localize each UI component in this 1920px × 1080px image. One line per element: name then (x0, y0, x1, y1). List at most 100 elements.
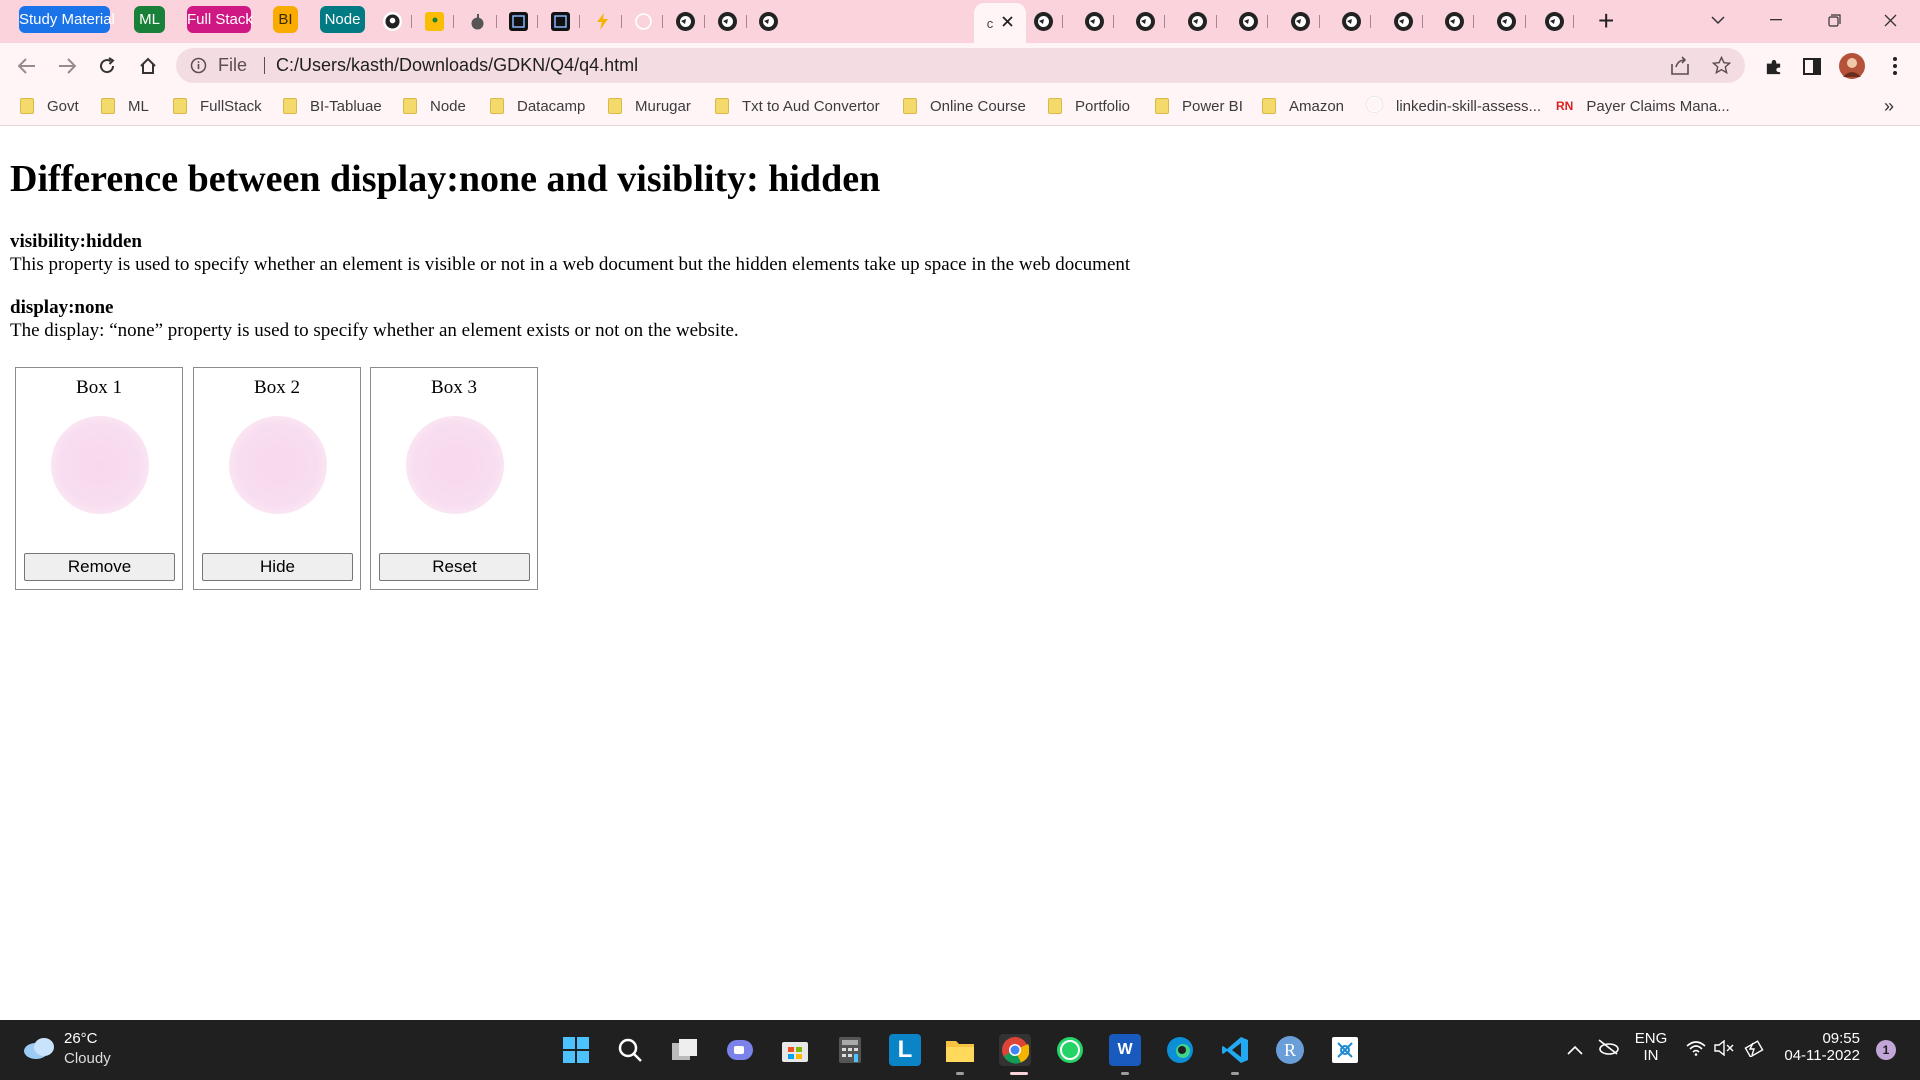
weather-cloud-icon[interactable] (22, 1036, 56, 1065)
r-app-icon[interactable]: R (1274, 1034, 1306, 1066)
tab-power-automate[interactable] (593, 8, 622, 34)
address-bar[interactable]: File C:/Users/kasth/Downloads/GDKN/Q4/q4… (176, 48, 1745, 83)
home-button[interactable] (133, 51, 163, 81)
bookmark-murugar[interactable]: Murugar (608, 88, 691, 124)
bookmarks-overflow-button[interactable]: » (1884, 88, 1894, 124)
minimize-button[interactable] (1748, 0, 1804, 40)
classroom-icon (425, 11, 444, 31)
bookmark-online-course[interactable]: Online Course (903, 88, 1026, 124)
bookmark-amazon[interactable]: Amazon (1262, 88, 1344, 124)
chrome-icon[interactable] (999, 1034, 1031, 1066)
remove-button[interactable]: Remove (24, 553, 175, 581)
tab-globe-9[interactable] (1291, 8, 1320, 34)
reset-button[interactable]: Reset (379, 553, 530, 581)
show-hidden-icons-chevron[interactable] (1567, 1042, 1583, 1060)
tab-globe-13[interactable] (1497, 8, 1526, 34)
bookmark-star-icon[interactable] (1711, 55, 1732, 80)
bookmark-bi-tabluae[interactable]: BI-Tabluae (283, 88, 382, 124)
page-title: Difference between display:none and visi… (10, 158, 881, 200)
tab-globe-5[interactable] (1085, 8, 1114, 34)
vscode-icon[interactable] (1219, 1034, 1251, 1066)
tab-group-bi[interactable]: BI (273, 6, 298, 33)
tab-globe-12[interactable] (1445, 8, 1474, 34)
extensions-icon[interactable] (1758, 51, 1788, 81)
tab-search-chevron-icon[interactable] (1690, 0, 1746, 40)
tab-globe-8[interactable] (1239, 8, 1268, 34)
l-app-icon[interactable]: L (889, 1034, 921, 1066)
search-icon[interactable] (614, 1034, 646, 1066)
calculator-icon[interactable] (834, 1034, 866, 1066)
side-panel-icon[interactable] (1797, 51, 1827, 81)
back-button[interactable] (12, 51, 42, 81)
bookmark-linkedin-skill[interactable]: linkedin-skill-assess... (1366, 88, 1541, 124)
snipping-tool-icon[interactable] (1329, 1034, 1361, 1066)
bookmark-datacamp[interactable]: Datacamp (490, 88, 585, 124)
clock-time: 09:55 (1822, 1030, 1860, 1047)
tab-globe-3[interactable] (759, 8, 778, 34)
bookmark-node[interactable]: Node (403, 88, 466, 124)
tab-codepen-1[interactable] (509, 8, 538, 34)
tab-active[interactable]: c (974, 3, 1026, 43)
globe-icon (1034, 11, 1053, 31)
tab-group-study-material[interactable]: Study Material (19, 6, 115, 33)
wifi-icon[interactable] (1686, 1040, 1706, 1061)
onedrive-offline-icon[interactable] (1597, 1038, 1619, 1061)
weather-temperature[interactable]: 26°C (64, 1030, 98, 1047)
close-tab-icon[interactable] (1002, 14, 1013, 32)
hide-button[interactable]: Hide (202, 553, 353, 581)
microsoft-store-icon[interactable] (779, 1034, 811, 1066)
notification-badge[interactable]: 1 (1876, 1040, 1896, 1060)
task-view-icon[interactable] (669, 1034, 701, 1066)
language-indicator[interactable]: ENG IN (1634, 1030, 1668, 1064)
bookmark-power-bi[interactable]: Power BI (1155, 88, 1243, 124)
github-icon (1366, 95, 1383, 117)
tab-codepen-2[interactable] (551, 8, 580, 34)
profile-avatar[interactable] (1837, 51, 1867, 81)
folder-icon (403, 98, 417, 114)
volume-muted-icon[interactable] (1714, 1039, 1734, 1061)
close-window-button[interactable] (1862, 0, 1918, 40)
bookmark-ml[interactable]: ML (101, 88, 149, 124)
windows-start-icon[interactable] (560, 1034, 592, 1066)
tab-github-2[interactable] (634, 8, 663, 34)
restore-button[interactable] (1806, 0, 1862, 40)
tab-apple[interactable] (468, 8, 497, 34)
word-icon[interactable]: W (1109, 1034, 1141, 1066)
info-icon[interactable] (190, 57, 207, 79)
bookmark-txt-to-aud[interactable]: Txt to Aud Convertor (715, 88, 880, 124)
tab-group-ml[interactable]: ML (134, 6, 165, 33)
whatsapp-icon[interactable] (1054, 1034, 1086, 1066)
share-icon[interactable] (1670, 56, 1690, 80)
tab-globe-6[interactable] (1136, 8, 1165, 34)
battery-charging-icon[interactable] (1744, 1039, 1766, 1062)
bookmark-portfolio[interactable]: Portfolio (1048, 88, 1130, 124)
tab-globe-4[interactable] (1034, 8, 1063, 34)
file-explorer-icon[interactable] (944, 1034, 976, 1066)
tab-group-node[interactable]: Node (320, 6, 365, 33)
bookmark-payer-claims[interactable]: RN Payer Claims Mana... (1556, 88, 1730, 124)
folder-icon (1048, 98, 1062, 114)
bookmark-fullstack[interactable]: FullStack (173, 88, 262, 124)
tab-group-full-stack[interactable]: Full Stack (187, 6, 253, 33)
forward-button[interactable] (52, 51, 82, 81)
address-url[interactable]: C:/Users/kasth/Downloads/GDKN/Q4/q4.html (276, 48, 638, 83)
tab-globe-14[interactable] (1545, 8, 1574, 34)
bookmark-govt[interactable]: Govt (20, 88, 79, 124)
teams-chat-icon[interactable] (724, 1034, 756, 1066)
tab-globe-7[interactable] (1188, 8, 1217, 34)
tab-globe-10[interactable] (1342, 8, 1371, 34)
folder-icon (101, 98, 115, 114)
box-circle (229, 416, 327, 514)
box-title: Box 2 (254, 377, 300, 398)
menu-kebab-icon[interactable] (1880, 51, 1910, 81)
reload-button[interactable] (92, 51, 122, 81)
tab-classroom[interactable] (425, 8, 454, 34)
tab-globe-2[interactable] (718, 8, 747, 34)
weather-description[interactable]: Cloudy (64, 1050, 111, 1067)
clock[interactable]: 09:55 04-11-2022 (1770, 1030, 1860, 1064)
edge-icon[interactable] (1164, 1034, 1196, 1066)
tab-globe-11[interactable] (1394, 8, 1423, 34)
tab-github[interactable] (383, 8, 412, 34)
tab-globe-1[interactable] (676, 8, 705, 34)
new-tab-button[interactable]: + (1598, 4, 1614, 38)
